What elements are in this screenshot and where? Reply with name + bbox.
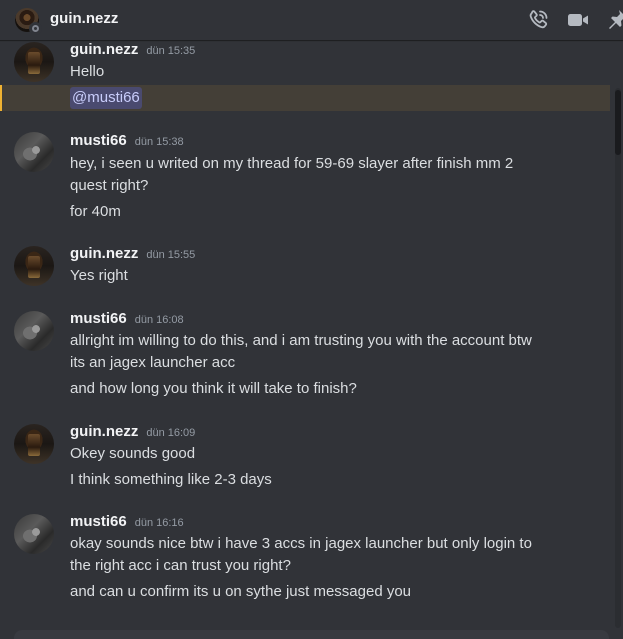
message-header: guin.nezz dün 16:09	[70, 423, 195, 440]
username[interactable]: guin.nezz	[70, 41, 138, 58]
avatar[interactable]	[14, 311, 54, 351]
message-text: Yes right	[70, 267, 128, 284]
message-text: @musti66	[70, 87, 570, 109]
message-text: and can u confirm its u on sythe just me…	[70, 583, 412, 600]
username[interactable]: guin.nezz	[70, 245, 138, 262]
scrollbar-thumb[interactable]	[615, 90, 621, 155]
header-avatar[interactable]	[15, 8, 42, 35]
timestamp: dün 15:35	[146, 45, 196, 57]
avatar[interactable]	[14, 42, 54, 82]
message-text: hey, i seen u writed on my thread for 59…	[70, 155, 514, 172]
message-text: okay sounds nice btw i have 3 accs in ja…	[70, 535, 532, 552]
message-text: and how long you think it will take to f…	[70, 380, 357, 397]
pin-icon[interactable]	[604, 8, 623, 32]
message-text: I think something like 2-3 days	[70, 471, 272, 488]
timestamp: dün 16:08	[134, 314, 184, 326]
avatar[interactable]	[14, 424, 54, 464]
user-mention[interactable]: @musti66	[70, 87, 142, 109]
avatar[interactable]	[14, 514, 54, 554]
message-header: guin.nezz dün 15:35	[70, 41, 195, 58]
message-composer[interactable]	[14, 630, 609, 639]
username[interactable]: guin.nezz	[70, 423, 138, 440]
message-header: musti66 dün 16:16	[70, 513, 184, 530]
avatar[interactable]	[14, 246, 54, 286]
message-header: musti66 dün 15:38	[70, 132, 184, 149]
status-indicator	[29, 22, 42, 35]
phone-call-icon[interactable]	[526, 8, 550, 32]
channel-header: guin.nezz	[0, 0, 623, 40]
timestamp: dün 15:38	[134, 136, 184, 148]
video-call-icon[interactable]	[566, 8, 590, 32]
message-text: quest right?	[70, 177, 149, 194]
scrollbar-track[interactable]	[615, 88, 621, 628]
message-list[interactable]: guin.nezz dün 15:35 Hello @musti66 musti…	[0, 40, 623, 630]
message-text: for 40m	[70, 203, 121, 220]
dm-window: guin.nezz guin.nezz dün 15:35 Hello @mus…	[0, 0, 623, 639]
timestamp: dün 15:55	[146, 249, 196, 261]
message-header: guin.nezz dün 15:55	[70, 245, 195, 262]
channel-title[interactable]: guin.nezz	[50, 10, 118, 27]
message-text: allright im willing to do this, and i am…	[70, 332, 532, 349]
username[interactable]: musti66	[70, 310, 127, 327]
username[interactable]: musti66	[70, 513, 127, 530]
timestamp: dün 16:16	[134, 517, 184, 529]
message-text: Hello	[70, 63, 105, 80]
message-text: its an jagex launcher acc	[70, 354, 236, 371]
message-header: musti66 dün 16:08	[70, 310, 184, 327]
avatar[interactable]	[14, 132, 54, 172]
message-text: the right acc i can trust you right?	[70, 557, 291, 574]
message-text: Okey sounds good	[70, 445, 196, 462]
timestamp: dün 16:09	[146, 427, 196, 439]
username[interactable]: musti66	[70, 132, 127, 149]
